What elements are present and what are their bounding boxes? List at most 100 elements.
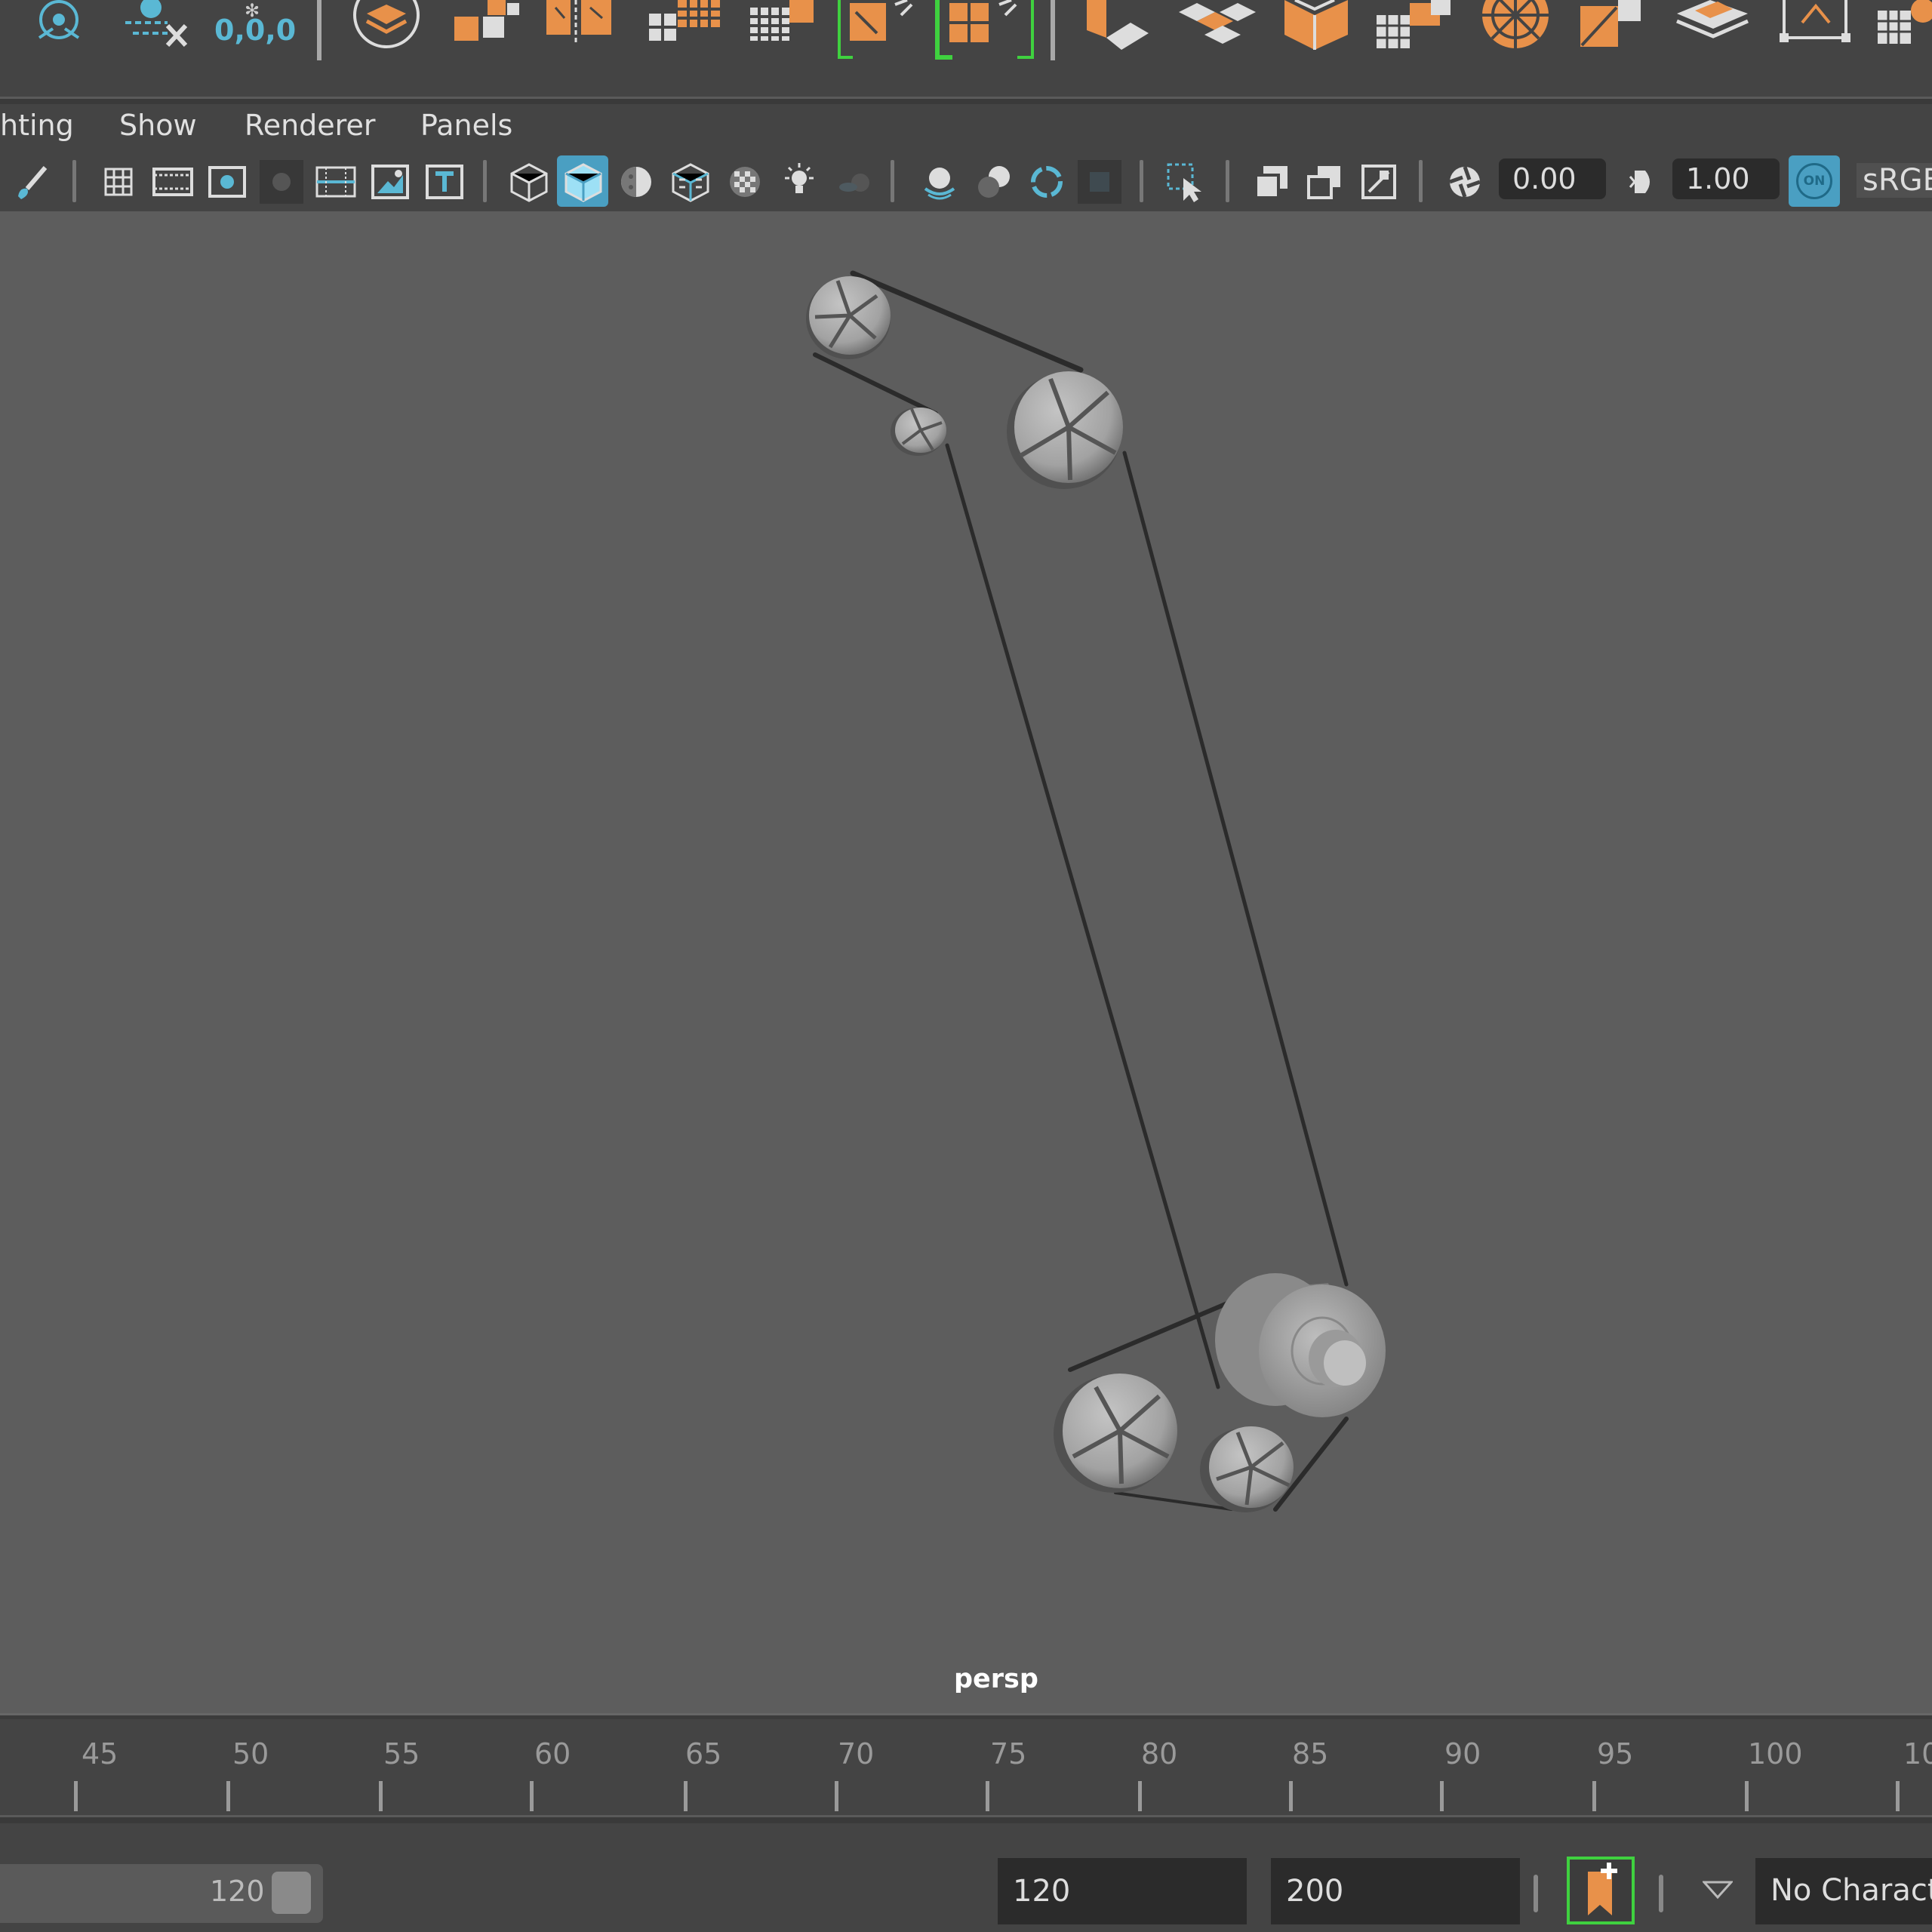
grid-uv2-icon[interactable]	[747, 0, 820, 45]
anti-alias-icon[interactable]	[1025, 160, 1069, 204]
tick-label: 65	[685, 1737, 722, 1770]
toolbar-separator	[72, 160, 76, 202]
dropdown-arrow-icon[interactable]	[1701, 1881, 1734, 1900]
tick-mark	[74, 1781, 78, 1811]
tick-label: 55	[383, 1737, 420, 1770]
color-space-label[interactable]: sRGB	[1857, 163, 1932, 198]
motion-blur-icon[interactable]	[972, 160, 1016, 204]
shelf-separator-2	[1051, 0, 1055, 60]
tick-label: 45	[82, 1737, 118, 1770]
textured-cube-icon[interactable]	[669, 160, 712, 204]
toolbar-separator	[1226, 160, 1229, 202]
lights-icon[interactable]	[777, 160, 821, 204]
pivot-clear-icon[interactable]	[122, 0, 190, 53]
blocks-icon[interactable]	[453, 0, 521, 45]
field-chart-icon[interactable]	[314, 160, 358, 204]
tick-label: 95	[1597, 1737, 1634, 1770]
tick-label: 85	[1292, 1737, 1329, 1770]
safe-title-icon[interactable]	[423, 160, 466, 204]
on-badge: ON	[1796, 163, 1832, 199]
range-slider-handle[interactable]	[272, 1872, 311, 1914]
camera-label: persp	[954, 1664, 1038, 1694]
toolbar-separator	[1140, 160, 1143, 202]
box-icon[interactable]	[1280, 0, 1352, 53]
grid-icon[interactable]	[97, 160, 140, 204]
uv-frame-icon[interactable]	[1778, 0, 1854, 53]
resolution-gate-icon[interactable]	[205, 160, 249, 204]
selected-tool-b-icon[interactable]	[933, 0, 1035, 60]
pulley-upper-right	[1007, 371, 1123, 489]
range-slider-end-value: 120	[210, 1875, 265, 1908]
tick-mark	[986, 1781, 989, 1811]
paint-brush-icon[interactable]	[11, 160, 54, 204]
pulley-idler	[891, 408, 946, 456]
scatter-uv-icon[interactable]	[1374, 0, 1452, 53]
layer-editor-icon[interactable]	[352, 0, 421, 48]
shadows-icon[interactable]	[833, 160, 877, 204]
tick-mark	[530, 1781, 534, 1811]
tick-mark	[1289, 1781, 1293, 1811]
gate-mask-icon[interactable]	[260, 160, 303, 204]
tick-mark	[1896, 1781, 1900, 1811]
tick-label: 70	[838, 1737, 875, 1770]
character-set-field[interactable]: No Charact	[1755, 1858, 1932, 1924]
menu-lighting[interactable]: hting	[0, 109, 74, 142]
tick-label: 60	[534, 1737, 571, 1770]
playback-end-field[interactable]: 120	[998, 1858, 1247, 1924]
screen-space-ao-icon[interactable]	[918, 160, 961, 204]
xray-joints-icon[interactable]	[1303, 160, 1346, 204]
xray-icon[interactable]	[1250, 160, 1294, 204]
isolate-select-icon[interactable]	[1164, 160, 1208, 204]
planar-map-icon[interactable]	[1577, 0, 1650, 53]
layout-uv-icon[interactable]	[1672, 0, 1755, 53]
exposure-icon[interactable]	[1443, 160, 1487, 204]
motor-drum	[1215, 1273, 1386, 1417]
wireframe-cube-icon[interactable]	[507, 160, 551, 204]
gamma-icon[interactable]	[1620, 160, 1663, 204]
tick-label: 90	[1444, 1737, 1481, 1770]
timeline-bottom-divider	[0, 1815, 1932, 1823]
toolbar-separator	[1419, 160, 1423, 202]
default-material-icon[interactable]	[614, 160, 658, 204]
tick-label: 75	[990, 1737, 1027, 1770]
tick-label: 50	[232, 1737, 269, 1770]
viewport-3d[interactable]	[0, 211, 1932, 1713]
character-set-label: No Charact	[1770, 1873, 1932, 1908]
toolbar-separator	[483, 160, 487, 202]
split-cube-icon[interactable]	[543, 0, 619, 45]
time-slider[interactable]	[0, 1719, 1932, 1825]
smooth-shade-icon	[561, 160, 605, 204]
exposure-field[interactable]: 0.00	[1499, 158, 1606, 199]
gamma-field[interactable]: 1.00	[1672, 158, 1780, 199]
wheel-icon[interactable]	[1479, 0, 1552, 53]
pulley-top-left	[806, 276, 891, 359]
shelf-toolbar: ✻ 0,0,0	[0, 0, 1932, 97]
tick-mark	[1745, 1781, 1749, 1811]
safe-action-icon[interactable]	[368, 160, 412, 204]
depth-of-field-icon[interactable]	[1078, 160, 1121, 204]
coordinate-readout: ✻ 0,0,0	[214, 0, 297, 47]
grid-orange-icon[interactable]	[1876, 0, 1932, 53]
unfold-icon[interactable]	[1174, 0, 1260, 53]
menu-show[interactable]: Show	[119, 109, 197, 142]
xray-components-icon[interactable]	[1357, 160, 1401, 204]
auto-key-button[interactable]	[1567, 1857, 1635, 1924]
toolbar-separator	[891, 160, 894, 202]
tick-mark	[379, 1781, 383, 1811]
bookmark-plus-icon	[1588, 1863, 1617, 1915]
pulley-lower-left	[1054, 1374, 1177, 1493]
tick-mark	[835, 1781, 838, 1811]
tick-mark	[1592, 1781, 1596, 1811]
animation-end-field[interactable]: 200	[1271, 1858, 1520, 1924]
menu-panels[interactable]: Panels	[420, 109, 512, 142]
grid-uv-icon[interactable]	[649, 0, 721, 45]
checker-icon[interactable]	[723, 160, 767, 204]
tick-mark	[1440, 1781, 1444, 1811]
shelf-separator	[317, 0, 321, 60]
selected-tool-a-icon[interactable]	[836, 0, 928, 60]
menu-renderer[interactable]: Renderer	[245, 109, 375, 142]
extrude-icon[interactable]	[1084, 0, 1152, 53]
belt-drive-model[interactable]	[0, 211, 1932, 1713]
snap-view-icon[interactable]	[32, 0, 86, 45]
film-gate-icon[interactable]	[151, 160, 195, 204]
